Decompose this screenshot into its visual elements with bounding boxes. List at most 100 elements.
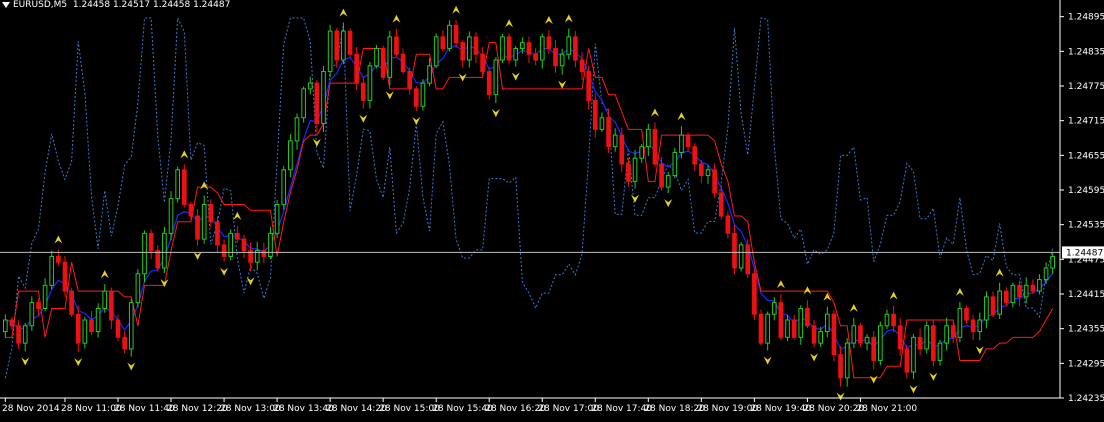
candle-body	[407, 71, 413, 90]
candle-body	[652, 128, 658, 165]
candle-body	[911, 336, 916, 373]
chart-menu-triangle-icon[interactable]	[2, 1, 10, 8]
price-tick-label: 1.24415	[1068, 290, 1104, 300]
time-tick-label: 28 Nov 13:40	[273, 404, 334, 414]
candle-body	[851, 325, 857, 344]
fractal-down-arrow-icon	[21, 357, 30, 366]
fractal-down-arrow-icon	[869, 375, 878, 384]
candle-body	[891, 313, 896, 327]
price-tick-label: 1.24775	[1068, 82, 1104, 92]
candle-body	[752, 273, 757, 315]
candle-body	[413, 88, 419, 107]
price-tick-label: 1.24835	[1068, 47, 1104, 57]
candle-body	[201, 203, 207, 240]
candle-body	[89, 319, 94, 333]
candle-body	[858, 325, 863, 344]
candle-body	[904, 348, 910, 373]
candle-body	[977, 319, 983, 333]
candle-body	[334, 30, 340, 61]
candle-body	[115, 319, 121, 338]
time-tick-label: 28 Nov 20:20	[803, 404, 864, 414]
candle-body	[2, 319, 8, 333]
price-chart[interactable]: 1.24895 1.24835 1.24775 1.24715 1.24655 1.245…	[0, 0, 1104, 418]
candle-body	[957, 307, 963, 338]
candle-body	[1010, 284, 1016, 304]
current-price-label: 1.24487	[1066, 248, 1103, 258]
candle-body	[261, 250, 267, 257]
candle-body	[1043, 267, 1049, 281]
candle-body	[639, 146, 645, 159]
candle-body	[990, 296, 996, 315]
candle-body	[135, 273, 141, 304]
fractal-up-arrow-icon	[650, 108, 659, 117]
candle-body	[692, 146, 698, 165]
candle-body	[1037, 279, 1042, 292]
fractal-down-arrow-icon	[836, 392, 845, 401]
fractal-up-arrow-icon	[955, 287, 964, 296]
candle-body	[1030, 284, 1036, 292]
fractal-down-arrow-icon	[246, 277, 255, 286]
fractal-down-arrow-icon	[664, 199, 673, 208]
fractal-up-arrow-icon	[505, 19, 514, 28]
candle-body	[553, 47, 558, 67]
candle-body	[181, 169, 187, 205]
candle-body	[586, 71, 591, 101]
candle-body	[805, 307, 810, 327]
candle-body	[274, 203, 280, 234]
candle-body	[964, 307, 969, 321]
candle-body	[745, 244, 751, 275]
candle-body	[897, 325, 903, 350]
candle-body	[49, 255, 55, 286]
fast-moving-average-line	[5, 45, 1054, 350]
candle-body	[360, 82, 366, 101]
symbol-label: EURUSD,M5	[13, 0, 68, 10]
candle-body	[162, 232, 167, 269]
candles-layer	[2, 19, 1056, 387]
price-tick-label: 1.24655	[1068, 151, 1104, 161]
candle-body	[56, 255, 61, 263]
candle-body	[294, 117, 300, 142]
fractal-down-arrow-icon	[74, 358, 83, 367]
candlestick-chart-svg[interactable]: 1.24895 1.24835 1.24775 1.24715 1.24655 1.245…	[0, 0, 1104, 418]
candle-body	[533, 53, 538, 61]
candle-body	[931, 325, 936, 361]
candle-body	[440, 36, 446, 49]
candle-body	[347, 30, 353, 55]
candle-body	[175, 169, 180, 200]
fractal-down-arrow-icon	[558, 80, 567, 89]
chart-header: EURUSD,M5 1.24458 1.24517 1.24458 1.2448…	[0, 0, 230, 10]
time-tick-label: 28 Nov 18:20	[644, 404, 705, 414]
fractal-up-arrow-icon	[995, 268, 1004, 277]
candle-body	[513, 47, 519, 61]
candle-body	[924, 325, 930, 350]
candle-body	[268, 232, 273, 257]
candle-body	[380, 47, 386, 78]
price-tick-label: 1.24535	[1068, 221, 1104, 231]
candle-body	[122, 336, 127, 350]
candle-body	[109, 290, 114, 321]
candle-body	[215, 221, 220, 246]
fractal-down-arrow-icon	[909, 385, 918, 394]
candle-body	[970, 319, 976, 333]
time-tick-label: 28 Nov 17:00	[538, 404, 599, 414]
fractal-up-arrow-icon	[803, 286, 812, 295]
fractal-down-arrow-icon	[193, 251, 202, 260]
candle-body	[771, 302, 777, 315]
candle-body	[573, 36, 578, 61]
candle-body	[420, 82, 426, 107]
candle-body	[400, 53, 406, 73]
fractal-up-arrow-icon	[776, 280, 785, 289]
fractal-down-arrow-icon	[491, 109, 500, 118]
candle-body	[559, 53, 565, 67]
fractal-up-arrow-icon	[233, 211, 242, 220]
fractal-down-arrow-icon	[127, 362, 136, 371]
candle-body	[1023, 284, 1029, 298]
fractal-down-arrow-icon	[412, 116, 421, 125]
fractal-up-arrow-icon	[544, 15, 553, 24]
candle-body	[937, 342, 943, 361]
candle-body	[374, 47, 379, 67]
time-tick-label: 28 Nov 16:20	[485, 404, 546, 414]
candle-body	[208, 203, 214, 223]
candle-body	[520, 42, 525, 49]
candle-body	[785, 319, 790, 338]
